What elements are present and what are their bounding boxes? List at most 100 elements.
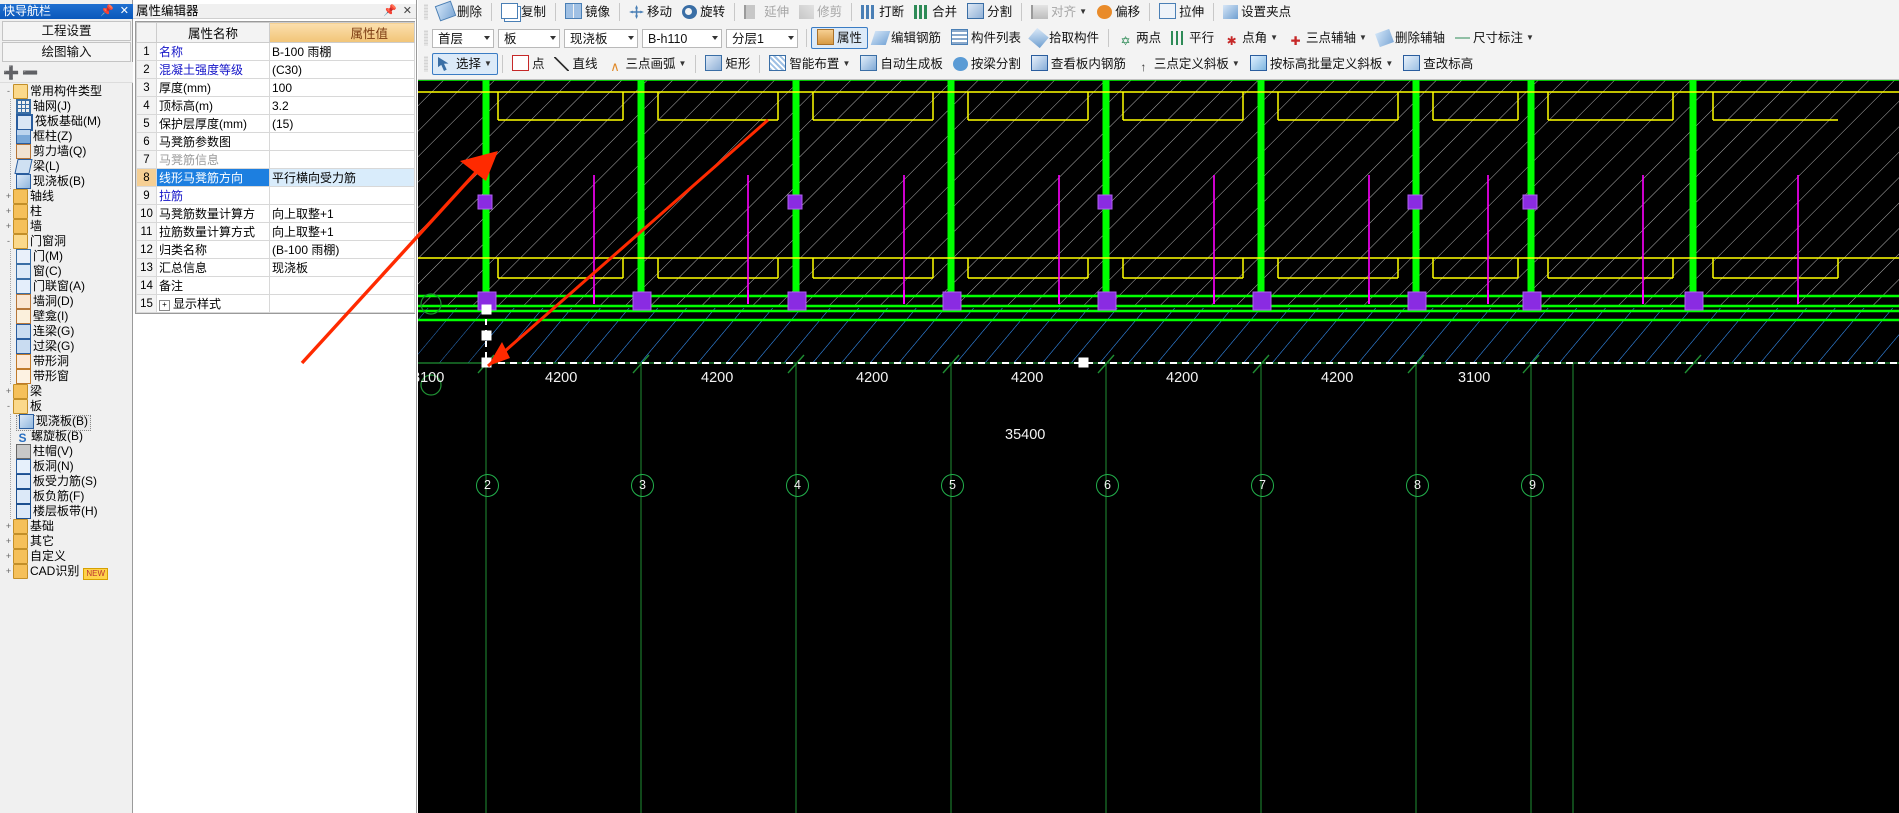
chevron-down-icon[interactable]: ▼ bbox=[678, 53, 686, 75]
点角-button[interactable]: ✱ 点角 ▼ bbox=[1219, 27, 1283, 49]
tree-item-轴线[interactable]: + 轴线 bbox=[0, 189, 133, 204]
移动-button[interactable]: 移动 bbox=[624, 1, 677, 23]
镜像-button[interactable]: 镜像 bbox=[560, 1, 615, 23]
tree-item-梁L[interactable]: 梁(L) bbox=[0, 159, 133, 174]
close-icon[interactable]: ✕ bbox=[120, 4, 129, 19]
property-value-cell[interactable]: 3.2 bbox=[269, 96, 415, 115]
property-value-cell[interactable]: 平行横向受力筋 bbox=[269, 168, 415, 187]
tree-item-螺旋板B[interactable]: S 螺旋板(B) bbox=[0, 429, 133, 445]
tree-item-轴网J[interactable]: 轴网(J) bbox=[0, 99, 133, 114]
tree-item-带形窗[interactable]: 带形窗 bbox=[0, 369, 133, 384]
tree-item-常用构件类型[interactable]: - 常用构件类型 bbox=[0, 84, 133, 99]
property-value-cell[interactable] bbox=[269, 150, 415, 169]
nav-button-drawing-input[interactable]: 绘图输入 bbox=[2, 42, 131, 62]
collapse-all-icon[interactable]: ➖ bbox=[22, 65, 38, 81]
axis-bubble[interactable]: 5 bbox=[941, 474, 964, 497]
cad-canvas[interactable]: 3100 4200 4200 4200 4200 4200 4200 3100 … bbox=[418, 80, 1899, 813]
tree-item-板洞N[interactable]: 板洞(N) bbox=[0, 459, 133, 474]
chevron-down-icon[interactable]: ▼ bbox=[1079, 1, 1087, 23]
tree-expander-icon[interactable]: + bbox=[4, 189, 13, 204]
axis-bubble[interactable]: 2 bbox=[476, 474, 499, 497]
combo-component-name[interactable]: B-h110 bbox=[642, 28, 722, 48]
axis-bubble[interactable]: 4 bbox=[786, 474, 809, 497]
tree-item-基础[interactable]: + 基础 bbox=[0, 519, 133, 534]
close-icon[interactable]: ✕ bbox=[403, 4, 412, 19]
两点-button[interactable]: ✡ 两点 bbox=[1113, 27, 1166, 49]
删除辅轴-button[interactable]: 删除辅轴 bbox=[1372, 27, 1450, 49]
tree-item-其它[interactable]: + 其它 bbox=[0, 534, 133, 549]
查看板内钢筋-button[interactable]: 查看板内钢筋 bbox=[1026, 53, 1131, 75]
property-value-cell[interactable] bbox=[269, 294, 415, 313]
直线-button[interactable]: 直线 bbox=[549, 53, 602, 75]
选择-button[interactable]: 选择 ▼ bbox=[432, 53, 498, 75]
tree-item-门M[interactable]: 门(M) bbox=[0, 249, 133, 264]
tree-item-现浇板B[interactable]: 现浇板(B) bbox=[0, 174, 133, 189]
property-row[interactable]: 3 厚度(mm) 100 bbox=[136, 78, 415, 97]
删除-button[interactable]: 删除 bbox=[432, 0, 487, 23]
chevron-down-icon[interactable] bbox=[788, 35, 794, 40]
axis-bubble[interactable]: 9 bbox=[1521, 474, 1544, 497]
cad-drawing[interactable] bbox=[418, 80, 1899, 813]
property-row[interactable]: 4 顶标高(m) 3.2 bbox=[136, 96, 415, 115]
复制-button[interactable]: 复制 bbox=[496, 1, 551, 23]
分割-button[interactable]: 分割 bbox=[962, 1, 1017, 23]
pin-icon[interactable]: 📌 bbox=[383, 4, 397, 19]
property-value-cell[interactable] bbox=[269, 132, 415, 151]
property-row[interactable]: 15 + 显示样式 bbox=[136, 294, 415, 313]
property-row[interactable]: 10 马凳筋数量计算方 向上取整+1 bbox=[136, 204, 415, 223]
合并-button[interactable]: 合并 bbox=[909, 1, 962, 23]
axis-bubble[interactable]: 8 bbox=[1406, 474, 1429, 497]
平行-button[interactable]: 平行 bbox=[1166, 27, 1219, 49]
property-value-cell[interactable]: 向上取整+1 bbox=[269, 222, 415, 241]
toolbar-grip[interactable] bbox=[424, 4, 428, 20]
tree-item-CAD识别[interactable]: + CAD识别 NEW bbox=[0, 564, 133, 580]
property-value-cell[interactable] bbox=[269, 186, 415, 205]
property-row[interactable]: 1 名称 B-100 雨棚 bbox=[136, 42, 415, 61]
property-value-cell[interactable]: 100 bbox=[269, 78, 415, 97]
combo-component-category[interactable]: 板 bbox=[498, 28, 560, 48]
按标高批量定义斜板-button[interactable]: 按标高批量定义斜板 ▼ bbox=[1245, 53, 1398, 75]
tree-item-柱[interactable]: + 柱 bbox=[0, 204, 133, 219]
tree-expander-icon[interactable]: - bbox=[4, 84, 13, 99]
tree-expander-icon[interactable]: + bbox=[4, 384, 13, 399]
combo-layer[interactable]: 分层1 bbox=[726, 28, 798, 48]
tree-item-自定义[interactable]: + 自定义 bbox=[0, 549, 133, 564]
chevron-down-icon[interactable]: ▼ bbox=[484, 54, 492, 74]
property-row[interactable]: 14 备注 bbox=[136, 276, 415, 295]
tree-item-梁[interactable]: + 梁 bbox=[0, 384, 133, 399]
属性-button[interactable]: 属性 bbox=[811, 27, 869, 49]
tree-item-现浇板B[interactable]: 现浇板(B) bbox=[0, 414, 133, 431]
property-row[interactable]: 2 混凝土强度等级 (C30) bbox=[136, 60, 415, 79]
property-value-cell[interactable]: B-100 雨棚 bbox=[269, 42, 415, 61]
nav-button-project-settings[interactable]: 工程设置 bbox=[2, 21, 131, 41]
三点定义斜板-button[interactable]: ↑ 三点定义斜板 ▼ bbox=[1131, 53, 1245, 75]
property-row[interactable]: 12 归类名称 (B-100 雨棚) bbox=[136, 240, 415, 259]
property-row[interactable]: 8 线形马凳筋方向 平行横向受力筋 bbox=[136, 168, 415, 187]
expand-plus-icon[interactable]: + bbox=[159, 300, 170, 311]
tree-item-板受力筋S[interactable]: 板受力筋(S) bbox=[0, 474, 133, 489]
tree-item-墙洞D[interactable]: 墙洞(D) bbox=[0, 294, 133, 309]
chevron-down-icon[interactable] bbox=[712, 35, 718, 40]
tree-item-壁龛I[interactable]: 壁龛(I) bbox=[0, 309, 133, 324]
property-value-cell[interactable]: (C30) bbox=[269, 60, 415, 79]
expand-all-icon[interactable]: ➕ bbox=[3, 65, 19, 81]
property-value-cell[interactable]: (B-100 雨棚) bbox=[269, 240, 415, 259]
tree-item-柱帽V[interactable]: 柱帽(V) bbox=[0, 444, 133, 459]
tree-item-连梁G[interactable]: 连梁(G) bbox=[0, 324, 133, 339]
chevron-down-icon[interactable]: ▼ bbox=[1526, 27, 1534, 49]
tree-item-楼层板带H[interactable]: 楼层板带(H) bbox=[0, 504, 133, 519]
tree-expander-icon[interactable]: + bbox=[4, 534, 13, 549]
tree-item-筏板基础M[interactable]: 筏板基础(M) bbox=[0, 114, 133, 131]
设置夹点-button[interactable]: 设置夹点 bbox=[1218, 1, 1296, 23]
chevron-down-icon[interactable] bbox=[484, 35, 490, 40]
点-button[interactable]: 点 bbox=[507, 53, 550, 75]
按梁分割-button[interactable]: 按梁分割 bbox=[948, 53, 1026, 75]
tree-expander-icon[interactable]: - bbox=[4, 234, 13, 249]
tree-item-门联窗A[interactable]: 门联窗(A) bbox=[0, 279, 133, 294]
偏移-button[interactable]: 偏移 bbox=[1092, 1, 1145, 23]
查改标高-button[interactable]: 查改标高 bbox=[1398, 53, 1478, 75]
property-value-cell[interactable]: (15) bbox=[269, 114, 415, 133]
property-row[interactable]: 5 保护层厚度(mm) (15) bbox=[136, 114, 415, 133]
property-row[interactable]: 11 拉筋数量计算方式 向上取整+1 bbox=[136, 222, 415, 241]
property-row[interactable]: 6 马凳筋参数图 bbox=[136, 132, 415, 151]
